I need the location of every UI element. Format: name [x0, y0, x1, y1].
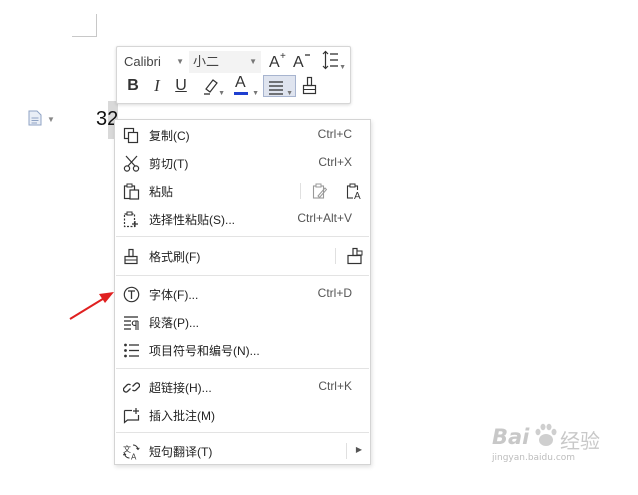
menu-separator: [116, 236, 369, 237]
svg-text:A: A: [269, 54, 280, 70]
chevron-down-icon: ▼: [286, 90, 293, 97]
menu-item-shortcut: Ctrl+D: [317, 286, 352, 300]
chevron-down-icon: ▼: [252, 90, 259, 97]
bold-button[interactable]: B: [123, 75, 143, 97]
font-icon: [123, 286, 140, 303]
watermark-brand-cn: 经验: [560, 429, 600, 453]
menu-item-label: 字体(F)...: [149, 288, 199, 302]
menu-item-insert-comment[interactable]: 插入批注(M): [115, 401, 370, 429]
copy-icon: [123, 127, 139, 144]
menu-item-copy[interactable]: 复制(C) Ctrl+C: [115, 121, 370, 149]
menu-item-paste-special[interactable]: 选择性粘贴(S)... Ctrl+Alt+V: [115, 205, 370, 233]
line-spacing-button[interactable]: ▼: [316, 49, 346, 71]
menu-item-label: 粘贴: [149, 185, 174, 199]
menu-item-shortcut: Ctrl+K: [318, 379, 352, 393]
menu-item-label: 超链接(H)...: [149, 381, 212, 395]
menu-item-label: 段落(P)...: [149, 316, 199, 330]
grow-font-icon: A +: [269, 51, 286, 71]
svg-text:A: A: [293, 54, 304, 70]
menu-item-label: 插入批注(M): [149, 409, 215, 423]
menu-item-label: 选择性粘贴(S)...: [149, 213, 235, 227]
paste-keep-format-icon[interactable]: [312, 183, 328, 200]
format-painter-lock-icon[interactable]: [346, 247, 364, 265]
font-color-letter: A: [235, 74, 246, 91]
svg-text:+: +: [280, 51, 286, 62]
menu-item-shortcut: Ctrl+X: [318, 155, 352, 169]
highlight-button[interactable]: ▼: [197, 75, 227, 97]
menu-item-paste[interactable]: 粘贴 A: [115, 177, 370, 205]
scissors-icon: [123, 155, 140, 172]
italic-button[interactable]: I: [147, 75, 167, 97]
align-justify-icon: [269, 81, 283, 95]
shrink-font-icon: A: [293, 54, 310, 71]
toolbar-row-font: Calibri ▼ 小二 ▼ A + A ▼: [117, 49, 350, 75]
page-corner-marker: [72, 14, 97, 37]
font-name-value: Calibri: [124, 54, 161, 69]
comment-icon: [123, 408, 140, 424]
underline-button[interactable]: U: [171, 75, 191, 97]
menu-item-hyperlink[interactable]: 超链接(H)... Ctrl+K: [115, 373, 370, 401]
paragraph-icon: [124, 316, 139, 330]
translate-icon: 文 A: [123, 444, 140, 461]
menu-separator: [116, 432, 369, 433]
menu-item-bullets-numbering[interactable]: 项目符号和编号(N)...: [115, 336, 370, 364]
menu-separator: [116, 275, 369, 276]
menu-item-shortcut: Ctrl+C: [317, 127, 352, 141]
chevron-down-icon: ▼: [176, 57, 184, 66]
shrink-font-button[interactable]: A: [291, 49, 313, 71]
font-name-select[interactable]: Calibri ▼: [120, 51, 188, 73]
svg-text:A: A: [131, 453, 137, 461]
font-color-bar: [234, 92, 248, 95]
align-button[interactable]: ▼: [263, 75, 296, 97]
menu-item-shortcut: Ctrl+Alt+V: [297, 211, 352, 225]
toolbar-row-style: B I U ▼ A ▼ ▼: [117, 74, 350, 101]
menu-divider: [346, 443, 347, 459]
mini-format-toolbar: Calibri ▼ 小二 ▼ A + A ▼ B I U ▼ A ▼ ▼: [116, 46, 351, 104]
paw-icon: [535, 423, 557, 446]
submenu-arrow-icon[interactable]: ▶: [356, 445, 362, 454]
paste-special-icon: [123, 211, 138, 228]
font-size-select[interactable]: 小二 ▼: [189, 51, 261, 73]
menu-item-label: 复制(C): [149, 129, 190, 143]
menu-item-translate[interactable]: 文 A 短句翻译(T) ▶: [115, 437, 370, 465]
menu-item-format-painter[interactable]: 格式刷(F): [115, 242, 370, 270]
paste-text-only-icon[interactable]: A: [346, 183, 363, 200]
menu-item-font[interactable]: 字体(F)... Ctrl+D: [115, 280, 370, 308]
link-icon: [123, 382, 140, 393]
paste-icon: [123, 183, 140, 200]
menu-item-cut[interactable]: 剪切(T) Ctrl+X: [115, 149, 370, 177]
watermark-brand: Bai: [492, 425, 530, 449]
chevron-down-icon: ▼: [218, 90, 225, 97]
chevron-down-icon: ▼: [249, 57, 257, 66]
watermark-url: jingyan.baidu.com: [492, 453, 576, 463]
format-painter-icon: [124, 248, 138, 265]
menu-item-label: 格式刷(F): [149, 250, 201, 264]
format-painter-icon: [302, 76, 317, 95]
document-icon[interactable]: [28, 110, 42, 126]
menu-item-label: 剪切(T): [149, 157, 189, 171]
menu-divider: [335, 248, 336, 264]
menu-item-label: 项目符号和编号(N)...: [149, 344, 260, 358]
format-painter-button[interactable]: [300, 75, 320, 97]
font-color-button[interactable]: A ▼: [231, 74, 261, 97]
menu-divider: [300, 183, 301, 199]
font-size-value: 小二: [193, 54, 220, 69]
menu-item-paragraph[interactable]: 段落(P)...: [115, 308, 370, 336]
menu-item-label: 短句翻译(T): [149, 445, 213, 459]
menu-separator: [116, 368, 369, 369]
chevron-down-icon[interactable]: ▼: [47, 115, 55, 124]
svg-text:文: 文: [123, 444, 131, 454]
context-menu: 复制(C) Ctrl+C 剪切(T) Ctrl+X 粘贴 A 选择性粘贴(S).…: [114, 119, 371, 465]
baidu-watermark: Bai 经验 jingyan.baidu.com: [492, 423, 608, 463]
bullet-list-icon: [124, 343, 139, 358]
grow-font-button[interactable]: A +: [267, 49, 289, 71]
svg-text:A: A: [354, 191, 361, 200]
